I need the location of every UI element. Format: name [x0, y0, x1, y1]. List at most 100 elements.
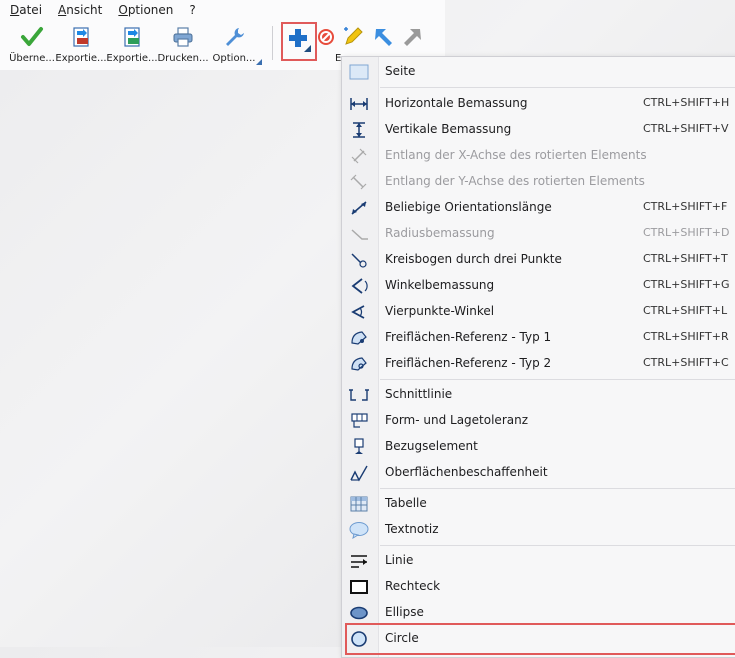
freeform-ref1-icon: [351, 331, 367, 345]
menu-item-label: Entlang der Y-Achse des rotierten Elemen…: [385, 174, 645, 188]
delete-button[interactable]: [316, 25, 338, 49]
options-label: Option...: [212, 53, 256, 64]
menu-item-tabelle[interactable]: Tabelle: [342, 491, 735, 517]
menu-item-label: Horizontale Bemassung: [385, 96, 528, 110]
menu-separator: [380, 488, 735, 489]
menu-item-linie[interactable]: Linie: [342, 548, 735, 574]
horizontal-dimension-icon: [350, 98, 368, 110]
export-image-label: Exportie...: [106, 53, 158, 64]
undo-arrow-icon: [375, 29, 392, 46]
circle-item-highlight: [345, 623, 735, 655]
wrench-icon: [226, 28, 244, 46]
ellipse-icon: [350, 606, 368, 620]
redo-button[interactable]: [400, 25, 422, 49]
menu-item-label: Winkelbemassung: [385, 278, 495, 292]
menu-item-vertikale-bemassung[interactable]: Vertikale Bemassung CTRL+SHIFT+V: [342, 117, 735, 143]
menu-item-label: Oberflächenbeschaffenheit: [385, 465, 548, 479]
menu-item-label: Beliebige Orientationslänge: [385, 200, 552, 214]
angle-icon: [351, 278, 368, 294]
export-pdf-icon: [73, 27, 89, 47]
menu-item-horizontale-bemassung[interactable]: Horizontale Bemassung CTRL+SHIFT+H: [342, 91, 735, 117]
apply-button[interactable]: Überne...: [5, 22, 59, 68]
edit-button[interactable]: [341, 25, 363, 49]
menu-item-schnittlinie[interactable]: Schnittlinie: [342, 382, 735, 408]
menu-item-label: Radiusbemassung: [385, 226, 495, 240]
apply-label: Überne...: [9, 53, 55, 64]
menu-bar: Datei Ansicht Optionen ?: [0, 0, 202, 20]
vertical-dimension-icon: [353, 122, 365, 138]
export-image-button[interactable]: Exportie...: [105, 22, 159, 68]
menu-item-shortcut: CTRL+SHIFT+F: [643, 200, 728, 213]
menu-item-rechteck[interactable]: Rechteck: [342, 574, 735, 600]
menu-item-textnotiz[interactable]: Textnotiz: [342, 517, 735, 543]
menu-item-label: Textnotiz: [385, 522, 439, 536]
rotated-y-icon: [350, 174, 367, 190]
menu-item-shortcut: CTRL+SHIFT+H: [643, 96, 730, 109]
menu-item-shortcut: CTRL+SHIFT+V: [643, 122, 729, 135]
checkmark-icon: [21, 27, 43, 46]
menu-item-freiflaechen-typ1[interactable]: Freiflächen-Referenz - Typ 1 CTRL+SHIFT+…: [342, 325, 735, 351]
print-label: Drucken...: [157, 53, 209, 64]
menu-item-label: Ellipse: [385, 605, 424, 619]
menu-item-vierpunkte-winkel[interactable]: Vierpunkte-Winkel CTRL+SHIFT+L: [342, 299, 735, 325]
menu-separator: [380, 379, 735, 380]
menu-item-label: Vierpunkte-Winkel: [385, 304, 495, 318]
menu-item-bezugselement[interactable]: Bezugselement: [342, 434, 735, 460]
menu-separator: [380, 87, 735, 88]
menu-item-rotated-y: Entlang der Y-Achse des rotierten Elemen…: [342, 169, 735, 195]
menu-item-label: Kreisbogen durch drei Punkte: [385, 252, 562, 266]
page-icon: [349, 64, 369, 80]
freeform-ref2-icon: [351, 357, 367, 371]
menu-item-shortcut: CTRL+SHIFT+R: [643, 330, 729, 343]
menu-item-label: Seite: [385, 64, 416, 78]
menu-item-label: Form- und Lagetoleranz: [385, 413, 529, 427]
menu-datei[interactable]: Datei: [0, 3, 48, 17]
menu-item-oberflaeche[interactable]: Oberflächenbeschaffenheit: [342, 460, 735, 486]
menu-item-winkelbemassung[interactable]: Winkelbemassung CTRL+SHIFT+G: [342, 273, 735, 299]
menu-item-label: Entlang der X-Achse des rotierten Elemen…: [385, 148, 647, 162]
menu-item-shortcut: CTRL+SHIFT+G: [643, 278, 730, 291]
menu-separator: [380, 545, 735, 546]
text-note-icon: [349, 522, 369, 539]
free-length-icon: [351, 201, 367, 215]
line-icon: [351, 555, 367, 568]
menu-item-shortcut: CTRL+SHIFT+T: [643, 252, 728, 265]
four-point-angle-icon: [351, 305, 365, 319]
tolerance-icon: [351, 413, 368, 428]
menu-optionen[interactable]: Optionen: [108, 3, 179, 17]
section-line-icon: [349, 389, 369, 401]
menu-item-label: Tabelle: [385, 496, 427, 510]
menu-item-kreisbogen[interactable]: Kreisbogen durch drei Punkte CTRL+SHIFT+…: [342, 247, 735, 273]
arc-three-points-icon: [351, 253, 367, 268]
menu-help[interactable]: ?: [179, 3, 201, 17]
datum-icon: [354, 438, 364, 454]
menu-item-label: Vertikale Bemassung: [385, 122, 512, 136]
menu-item-label: Schnittlinie: [385, 387, 453, 401]
menu-ansicht[interactable]: Ansicht: [48, 3, 108, 17]
add-button-highlight: [281, 22, 317, 61]
menu-item-form-lagetoleranz[interactable]: Form- und Lagetoleranz: [342, 408, 735, 434]
menu-item-shortcut: CTRL+SHIFT+L: [643, 304, 728, 317]
radius-icon: [351, 229, 368, 240]
redo-arrow-icon: [404, 29, 421, 46]
insert-context-menu: Seite Horizontale Bemassung CTRL+SHIFT+H…: [341, 56, 735, 658]
menu-item-label: Bezugselement: [385, 439, 478, 453]
menu-item-free-length[interactable]: Beliebige Orientationslänge CTRL+SHIFT+F: [342, 195, 735, 221]
table-icon: [350, 496, 368, 512]
surface-finish-icon: [350, 465, 368, 482]
export-image-icon: [124, 27, 140, 47]
menu-item-freiflaechen-typ2[interactable]: Freiflächen-Referenz - Typ 2 CTRL+SHIFT+…: [342, 351, 735, 377]
menu-item-seite[interactable]: Seite: [342, 59, 735, 85]
menu-item-label: Freiflächen-Referenz - Typ 1: [385, 330, 552, 344]
menu-item-label: Freiflächen-Referenz - Typ 2: [385, 356, 552, 370]
toolbar-separator: [272, 26, 273, 60]
application-window: Datei Ansicht Optionen ? Überne... Expor: [0, 0, 735, 658]
export-pdf-button[interactable]: Exportie...: [54, 22, 108, 68]
options-button[interactable]: Option...: [207, 22, 262, 68]
menu-item-label: Linie: [385, 553, 414, 567]
menu-item-radiusbemassung: Radiusbemassung CTRL+SHIFT+D: [342, 221, 735, 247]
undo-button[interactable]: [372, 25, 394, 49]
menu-item-shortcut: CTRL+SHIFT+D: [643, 226, 730, 239]
dropdown-corner-icon: [256, 59, 262, 65]
print-button[interactable]: Drucken...: [156, 22, 210, 68]
